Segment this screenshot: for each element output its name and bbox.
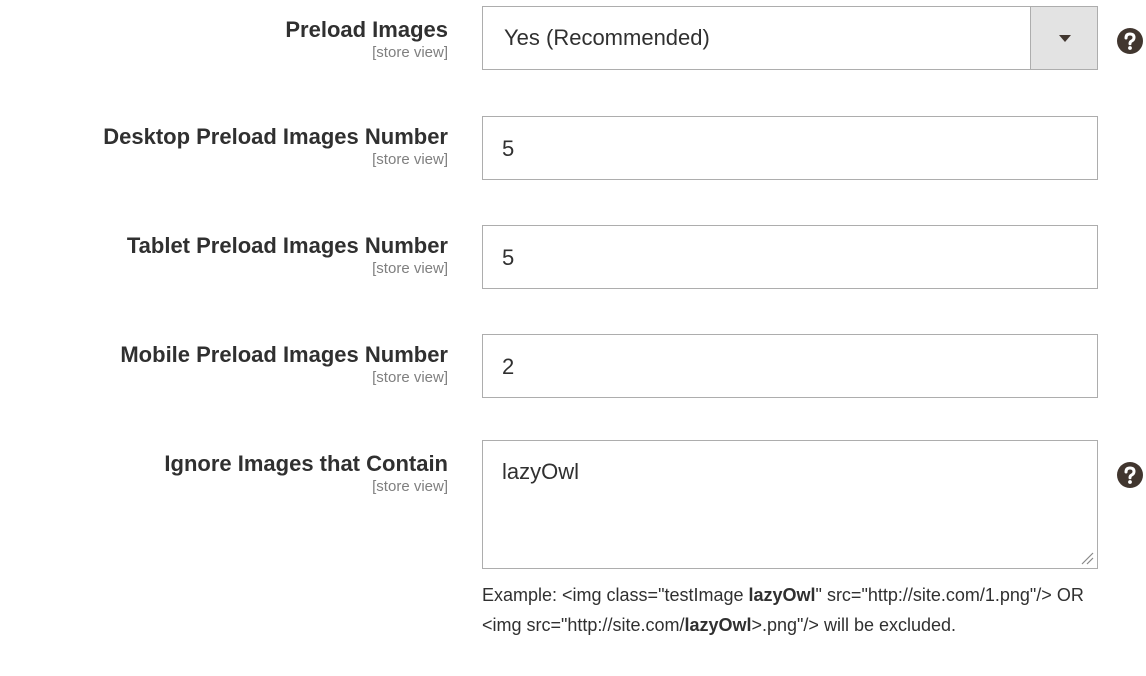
field-label-group: Mobile Preload Images Number [store view… [0, 342, 448, 387]
input-value: 5 [502, 136, 515, 161]
help-circle-icon[interactable] [1116, 27, 1144, 55]
field-label: Tablet Preload Images Number [126, 233, 448, 258]
field-scope: [store view] [372, 369, 448, 386]
dropdown-arrow-icon [1059, 35, 1071, 42]
field-label-group: Ignore Images that Contain [store view] [0, 451, 448, 496]
field-scope: [store view] [372, 151, 448, 168]
field-label: Desktop Preload Images Number [103, 124, 448, 149]
note-keyword: lazyOwl [684, 615, 752, 635]
field-label-group: Preload Images [store view] [0, 17, 448, 62]
textarea-value: lazyOwl [502, 459, 580, 484]
dropdown-button[interactable] [1030, 7, 1097, 69]
note-text: Example: <img class="testImage [482, 585, 749, 605]
resize-grip-icon[interactable] [1080, 551, 1094, 565]
field-scope: [store view] [372, 478, 448, 495]
field-note: Example: <img class="testImage lazyOwl" … [482, 580, 1122, 640]
field-scope: [store view] [372, 44, 448, 61]
help-circle-icon[interactable] [1116, 461, 1144, 489]
note-keyword: lazyOwl [748, 585, 816, 605]
field-label-group: Desktop Preload Images Number [store vie… [0, 124, 448, 169]
field-scope: [store view] [372, 260, 448, 277]
field-label: Ignore Images that Contain [164, 451, 448, 476]
tablet-preload-number-input[interactable]: 5 [482, 225, 1098, 289]
desktop-preload-number-input[interactable]: 5 [482, 116, 1098, 180]
preload-images-select[interactable]: Yes (Recommended) [482, 6, 1098, 70]
note-text: >.png"/> will be excluded. [751, 615, 957, 635]
field-label: Preload Images [285, 17, 448, 42]
field-label-group: Tablet Preload Images Number [store view… [0, 233, 448, 278]
ignore-images-textarea[interactable]: lazyOwl [482, 440, 1098, 569]
field-label: Mobile Preload Images Number [120, 342, 448, 367]
input-value: 5 [502, 245, 515, 270]
select-value: Yes (Recommended) [504, 25, 710, 50]
mobile-preload-number-input[interactable]: 2 [482, 334, 1098, 398]
input-value: 2 [502, 354, 515, 379]
